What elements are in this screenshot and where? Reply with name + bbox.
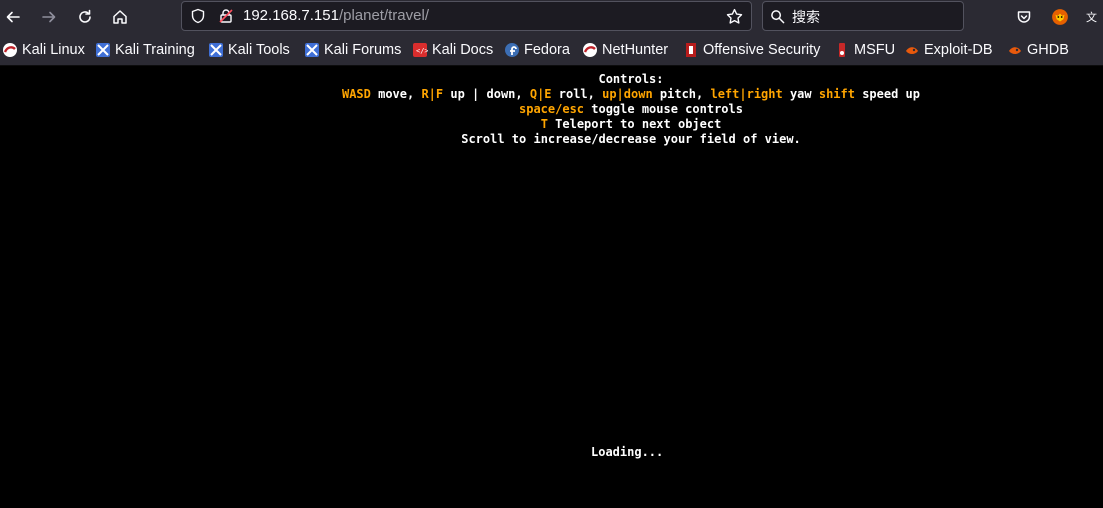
extension-button[interactable] xyxy=(1047,4,1073,30)
bookmark-msfu[interactable]: MSFU xyxy=(834,41,895,59)
search-placeholder: 搜索 xyxy=(792,10,820,26)
controls-line-scroll: Scroll to increase/decrease your field o… xyxy=(461,132,801,146)
key-hint: R|F xyxy=(421,87,444,101)
bookmark-label: Kali Training xyxy=(115,42,195,58)
key-description: toggle mouse controls xyxy=(584,102,743,116)
fox-extension-icon xyxy=(1052,9,1068,25)
home-icon xyxy=(113,10,127,24)
url-text[interactable]: 192.168.7.151/planet/travel/ xyxy=(243,7,429,24)
bookmark-label: Kali Forums xyxy=(324,42,402,58)
bookmark-label: Fedora xyxy=(524,42,570,58)
controls-line-teleport: T Teleport to next object xyxy=(0,117,1103,132)
kali-tools-icon xyxy=(209,43,223,57)
bookmark-nethunter[interactable]: NetHunter xyxy=(582,41,668,59)
forward-button[interactable] xyxy=(36,4,62,30)
home-button[interactable] xyxy=(107,4,133,30)
controls-title: Controls: xyxy=(598,72,664,86)
svg-text:</>: </> xyxy=(416,47,428,55)
kali-forums-icon xyxy=(305,43,319,57)
search-icon xyxy=(771,10,785,24)
bookmark-label: NetHunter xyxy=(602,42,669,58)
exploit-db-icon xyxy=(906,47,918,54)
bookmark-label: GHDB xyxy=(1027,42,1069,58)
key-hint: space/esc xyxy=(519,102,585,116)
reload-icon xyxy=(79,9,91,23)
bookmark-kali-forums[interactable]: Kali Forums xyxy=(304,41,401,59)
controls-line-movement: WASD move, R|F up | down, Q|E roll, up|d… xyxy=(0,87,1103,102)
key-description: yaw xyxy=(782,87,819,101)
bookmark-kali-docs[interactable]: </> Kali Docs xyxy=(412,41,493,59)
key-hint: left|right xyxy=(710,87,783,101)
key-description: pitch, xyxy=(652,87,711,101)
back-arrow-icon xyxy=(6,11,20,23)
bookmark-kali-tools[interactable]: Kali Tools xyxy=(208,41,290,59)
kali-icon xyxy=(3,43,17,57)
bookmark-offensive-security[interactable]: Offensive Security xyxy=(683,41,820,59)
bookmark-label: Kali Tools xyxy=(228,42,290,58)
url-host: 192.168.7.151 xyxy=(243,7,339,24)
bookmark-star-icon[interactable] xyxy=(726,8,743,25)
pocket-icon xyxy=(1017,11,1031,23)
bookmarks-toolbar: Kali Linux Kali Training Kali Tools Kali… xyxy=(0,34,1103,66)
bookmark-label: Exploit-DB xyxy=(924,42,993,58)
key-hint: Q|E xyxy=(529,87,552,101)
loading-text: Loading... xyxy=(591,445,664,459)
key-description: speed up xyxy=(854,87,921,101)
translate-icon: 文 xyxy=(1086,10,1097,24)
bookmark-fedora[interactable]: Fedora xyxy=(504,41,570,59)
back-button[interactable] xyxy=(0,4,26,30)
key-hint: up|down xyxy=(602,87,653,101)
nethunter-icon xyxy=(583,43,597,57)
msfu-icon xyxy=(839,43,845,57)
svg-text:文: 文 xyxy=(1086,10,1097,24)
key-hint: shift xyxy=(818,87,855,101)
key-description: roll, xyxy=(551,87,603,101)
key-description: Teleport to next object xyxy=(547,117,722,131)
bookmark-kali-training[interactable]: Kali Training xyxy=(95,41,195,59)
bookmark-label: Kali Linux xyxy=(22,42,85,58)
key-hint: T xyxy=(540,117,548,131)
fedora-icon xyxy=(505,43,519,57)
key-description: move, xyxy=(370,87,422,101)
ghdb-icon xyxy=(1009,47,1021,54)
controls-line-mouse: space/esc toggle mouse controls xyxy=(0,102,1103,117)
forward-arrow-icon xyxy=(42,11,56,23)
bookmark-exploit-db[interactable]: Exploit-DB xyxy=(904,41,993,59)
url-path: /planet/travel/ xyxy=(338,7,429,24)
insecure-lock-icon[interactable] xyxy=(218,8,234,24)
bookmark-label: MSFU xyxy=(854,42,896,58)
key-description: up | down, xyxy=(443,87,530,101)
reload-button[interactable] xyxy=(72,4,98,30)
key-hint: WASD xyxy=(341,87,371,101)
browser-toolbar: 192.168.7.151/planet/travel/ 搜索 文 xyxy=(0,0,1103,34)
controls-help: Controls: WASD move, R|F up | down, Q|E … xyxy=(0,72,1103,147)
bookmark-label: Kali Docs xyxy=(432,42,494,58)
bookmark-kali-linux[interactable]: Kali Linux xyxy=(2,41,85,59)
kali-docs-icon: </> xyxy=(413,43,428,57)
search-bar[interactable]: 搜索 xyxy=(762,1,964,31)
offsec-icon xyxy=(686,43,696,57)
bookmark-label: Offensive Security xyxy=(703,42,821,58)
kali-training-icon xyxy=(96,43,110,57)
bookmark-ghdb[interactable]: GHDB xyxy=(1007,41,1069,59)
pocket-button[interactable] xyxy=(1011,4,1037,30)
page-content[interactable]: Controls: WASD move, R|F up | down, Q|E … xyxy=(0,66,1103,508)
url-bar[interactable]: 192.168.7.151/planet/travel/ xyxy=(181,1,752,31)
translate-button[interactable]: 文 xyxy=(1085,4,1103,30)
shield-icon[interactable] xyxy=(190,8,206,24)
